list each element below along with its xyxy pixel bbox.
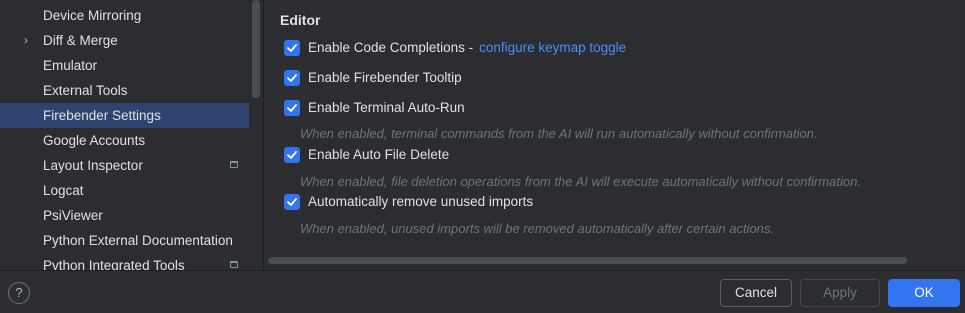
sidebar-item-logcat[interactable]: Logcat — [0, 178, 249, 203]
sidebar-item-label: External Tools — [43, 83, 128, 98]
sidebar-item-python-integrated-tools[interactable]: Python Integrated Tools — [0, 253, 249, 270]
sidebar-item-label: Python External Documentation — [43, 233, 233, 248]
sidebar-item-layout-inspector[interactable]: Layout Inspector — [0, 153, 249, 178]
option-label: Enable Code Completions - configure keyma… — [308, 40, 627, 55]
sidebar-item-device-mirroring[interactable]: Device Mirroring — [0, 3, 249, 28]
cancel-button[interactable]: Cancel — [720, 279, 792, 307]
sidebar-item-label: Python Integrated Tools — [43, 258, 185, 270]
sidebar-item-label: Logcat — [43, 183, 84, 198]
chevron-right-icon[interactable]: › — [24, 28, 28, 53]
auto-file-delete-checkbox[interactable] — [284, 147, 300, 163]
settings-sidebar: Device Mirroring › Diff & Merge Emulator… — [0, 0, 252, 270]
sidebar-item-external-tools[interactable]: External Tools — [0, 78, 249, 103]
sidebar-item-firebender-settings[interactable]: Firebender Settings — [0, 103, 249, 128]
project-settings-icon — [230, 161, 238, 168]
option-label: Enable Firebender Tooltip — [308, 70, 462, 85]
configure-keymap-link[interactable]: configure keymap toggle — [479, 40, 626, 55]
sidebar-item-label: Layout Inspector — [43, 158, 143, 173]
checkmark-icon — [287, 151, 297, 159]
sidebar-item-diff-merge[interactable]: › Diff & Merge — [0, 28, 249, 53]
checkmark-icon — [287, 198, 297, 206]
dialog-footer: ? Cancel Apply OK — [0, 270, 965, 313]
sidebar-item-label: Firebender Settings — [43, 108, 161, 123]
firebender-tooltip-checkbox[interactable] — [284, 70, 300, 86]
sidebar-item-label: Emulator — [43, 58, 98, 73]
project-settings-icon — [230, 261, 238, 268]
sidebar-item-emulator[interactable]: Emulator — [0, 53, 249, 78]
option-hint: When enabled, terminal commands from the… — [300, 126, 818, 141]
sidebar-item-label: Google Accounts — [43, 133, 146, 148]
help-button[interactable]: ? — [8, 282, 30, 304]
terminal-auto-run-checkbox[interactable] — [284, 100, 300, 116]
checkmark-icon — [287, 104, 297, 112]
checkmark-icon — [287, 74, 297, 82]
code-completions-checkbox[interactable] — [284, 40, 300, 56]
option-hint: When enabled, file deletion operations f… — [300, 174, 861, 189]
sidebar-item-label: Diff & Merge — [43, 33, 118, 48]
option-label: Automatically remove unused imports — [308, 194, 534, 209]
sidebar-item-label: Device Mirroring — [43, 8, 142, 23]
apply-button[interactable]: Apply — [800, 279, 880, 307]
settings-content: Editor Enable Code Completions - configur… — [264, 0, 965, 270]
content-horizontal-scrollbar[interactable] — [268, 257, 907, 264]
option-label: Enable Auto File Delete — [308, 147, 450, 162]
sidebar-item-google-accounts[interactable]: Google Accounts — [0, 128, 249, 153]
remove-unused-imports-checkbox[interactable] — [284, 194, 300, 210]
sidebar-item-label: PsiViewer — [43, 208, 103, 223]
checkmark-icon — [287, 44, 297, 52]
sidebar-item-psiviewer[interactable]: PsiViewer — [0, 203, 249, 228]
option-label: Enable Terminal Auto-Run — [308, 100, 465, 115]
section-title: Editor — [280, 12, 321, 28]
sidebar-item-python-external-documentation[interactable]: Python External Documentation — [0, 228, 249, 253]
ok-button[interactable]: OK — [888, 279, 960, 307]
option-hint: When enabled, unused imports will be rem… — [300, 221, 775, 236]
sidebar-scrollbar[interactable] — [252, 0, 260, 98]
